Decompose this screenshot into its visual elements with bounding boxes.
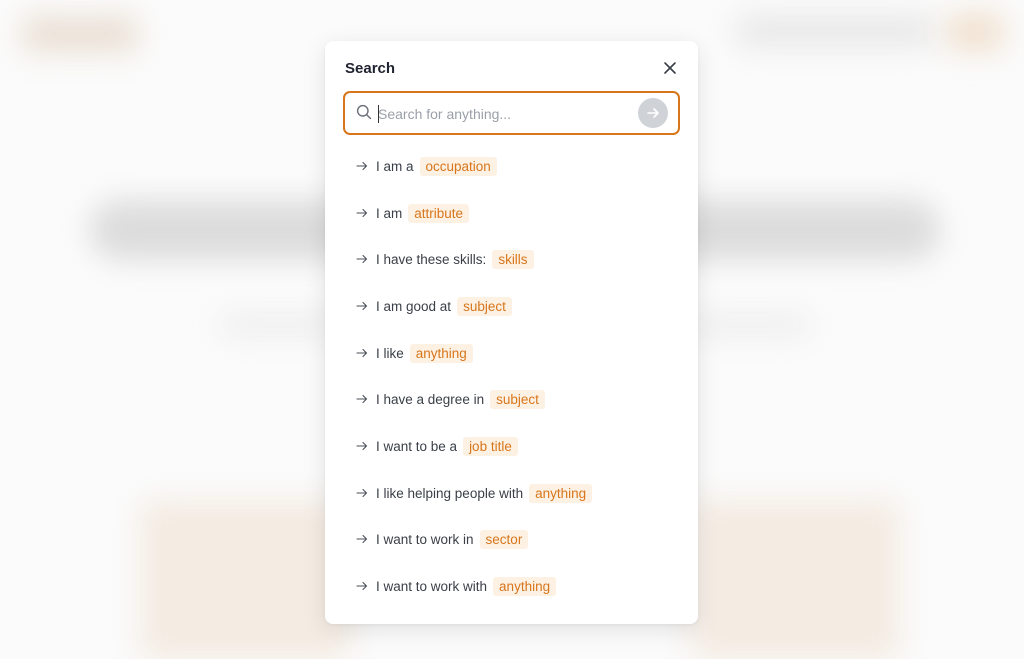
suggestion-item[interactable]: I am attribute [356,201,470,225]
arrow-right-icon [356,534,368,544]
background-logo [20,14,140,54]
modal-title: Search [345,60,396,77]
suggestion-tag: subject [457,296,512,316]
suggestion-item[interactable]: I like anything [356,341,473,365]
suggestion-item[interactable]: I want to work in sector [356,527,529,551]
suggestion-text: I am a [376,158,414,174]
suggestion-item[interactable]: I have a degree in subject [356,387,545,411]
suggestion-text: I am [376,205,403,221]
suggestion-tag: sector [479,529,529,549]
search-icon [356,104,372,120]
arrow-right-icon [356,208,368,218]
arrow-right-icon [356,348,368,358]
arrow-right-icon [356,394,368,404]
suggestion-tag: attribute [408,203,470,223]
suggestion-text: I want to work in [376,531,474,547]
suggestion-text: I am good at [376,298,452,314]
background-card-right [690,500,900,659]
search-box[interactable] [343,91,680,135]
suggestion-tag: subject [490,389,545,409]
close-button[interactable] [661,59,679,77]
suggestion-item[interactable]: I have these skills: skills [356,247,534,271]
suggestion-tag: skills [492,249,534,269]
search-input[interactable] [378,102,628,126]
arrow-right-icon [356,581,368,591]
arrow-right-icon [356,488,368,498]
arrow-right-icon [356,301,368,311]
search-submit-button[interactable] [638,98,668,128]
background-subtext-right [690,315,810,335]
close-icon [664,62,676,74]
suggestion-text: I want to work with [376,578,488,594]
suggestion-item[interactable]: I am a occupation [356,154,497,178]
suggestion-tag: anything [409,343,473,363]
arrow-right-icon [356,254,368,264]
background-nav-button [945,12,1005,52]
suggestion-item[interactable]: I want to work with anything [356,574,557,598]
suggestion-tag: anything [493,576,557,596]
suggestion-item[interactable]: I want to be a job title [356,434,518,458]
arrow-right-icon [356,441,368,451]
suggestion-text: I have a degree in [376,391,485,407]
arrow-right-icon [647,108,659,118]
background-subtext-left [220,315,340,335]
suggestion-text: I have these skills: [376,251,487,267]
suggestion-item[interactable]: I am good at subject [356,294,512,318]
suggestion-tag: occupation [419,156,497,176]
suggestion-text: I like [376,345,404,361]
suggestion-text: I want to be a [376,438,458,454]
arrow-right-icon [356,161,368,171]
background-nav [735,14,935,48]
search-modal: Search I am a occupation I am attribute [325,41,698,624]
suggestion-tag: job title [463,436,518,456]
background-card-left [140,500,350,659]
suggestion-tag: anything [529,483,593,503]
suggestion-item[interactable]: I like helping people with anything [356,481,593,505]
suggestion-text: I like helping people with [376,485,524,501]
text-caret [378,105,379,123]
